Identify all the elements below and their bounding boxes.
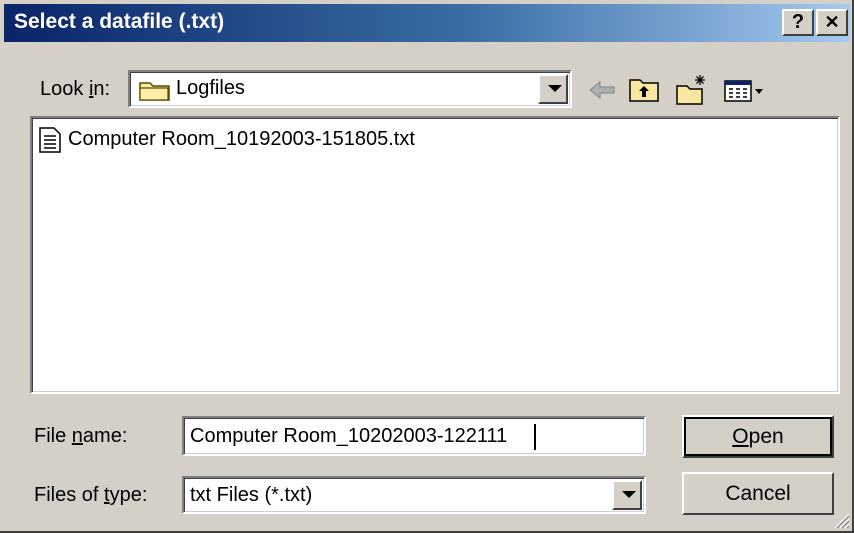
new-folder-icon[interactable] [674, 72, 710, 108]
cancel-button[interactable]: Cancel [682, 472, 834, 515]
file-name-input[interactable]: Computer Room_10202003-122111 [182, 416, 646, 456]
back-arrow-icon[interactable] [584, 72, 620, 108]
text-cursor [534, 424, 536, 450]
look-in-dropdown-button[interactable] [538, 74, 568, 104]
file-type-dropdown-button[interactable] [612, 480, 642, 510]
file-name-label: File name: [34, 425, 128, 447]
look-in-value: Logfiles [176, 77, 245, 99]
file-name-value: Computer Room_10202003-122111 [190, 425, 508, 447]
title-bar[interactable]: Select a datafile (.txt) ? ✕ [4, 4, 850, 42]
window-title: Select a datafile (.txt) [14, 10, 225, 33]
resize-grip-icon[interactable] [832, 511, 850, 529]
file-list[interactable]: Computer Room_10192003-151805.txt [30, 116, 840, 394]
file-type-label: Files of type: [34, 484, 148, 506]
file-name-text: Computer Room_10192003-151805.txt [68, 128, 415, 150]
file-type-combobox[interactable]: txt Files (*.txt) [182, 476, 646, 514]
file-dialog: Select a datafile (.txt) ? ✕ Look in: Lo… [0, 0, 854, 533]
file-type-value: txt Files (*.txt) [190, 484, 313, 506]
folder-icon [139, 82, 170, 101]
chevron-down-icon [622, 491, 636, 498]
look-in-label: Look in: [40, 78, 111, 100]
look-in-combobox[interactable]: Logfiles [128, 70, 572, 108]
text-file-icon [39, 127, 61, 153]
help-button[interactable]: ? [782, 9, 814, 36]
view-menu-icon[interactable] [722, 72, 770, 108]
open-button[interactable]: Open [682, 415, 834, 458]
close-button[interactable]: ✕ [816, 9, 848, 36]
chevron-down-icon [548, 85, 562, 92]
up-folder-icon[interactable] [626, 72, 662, 108]
